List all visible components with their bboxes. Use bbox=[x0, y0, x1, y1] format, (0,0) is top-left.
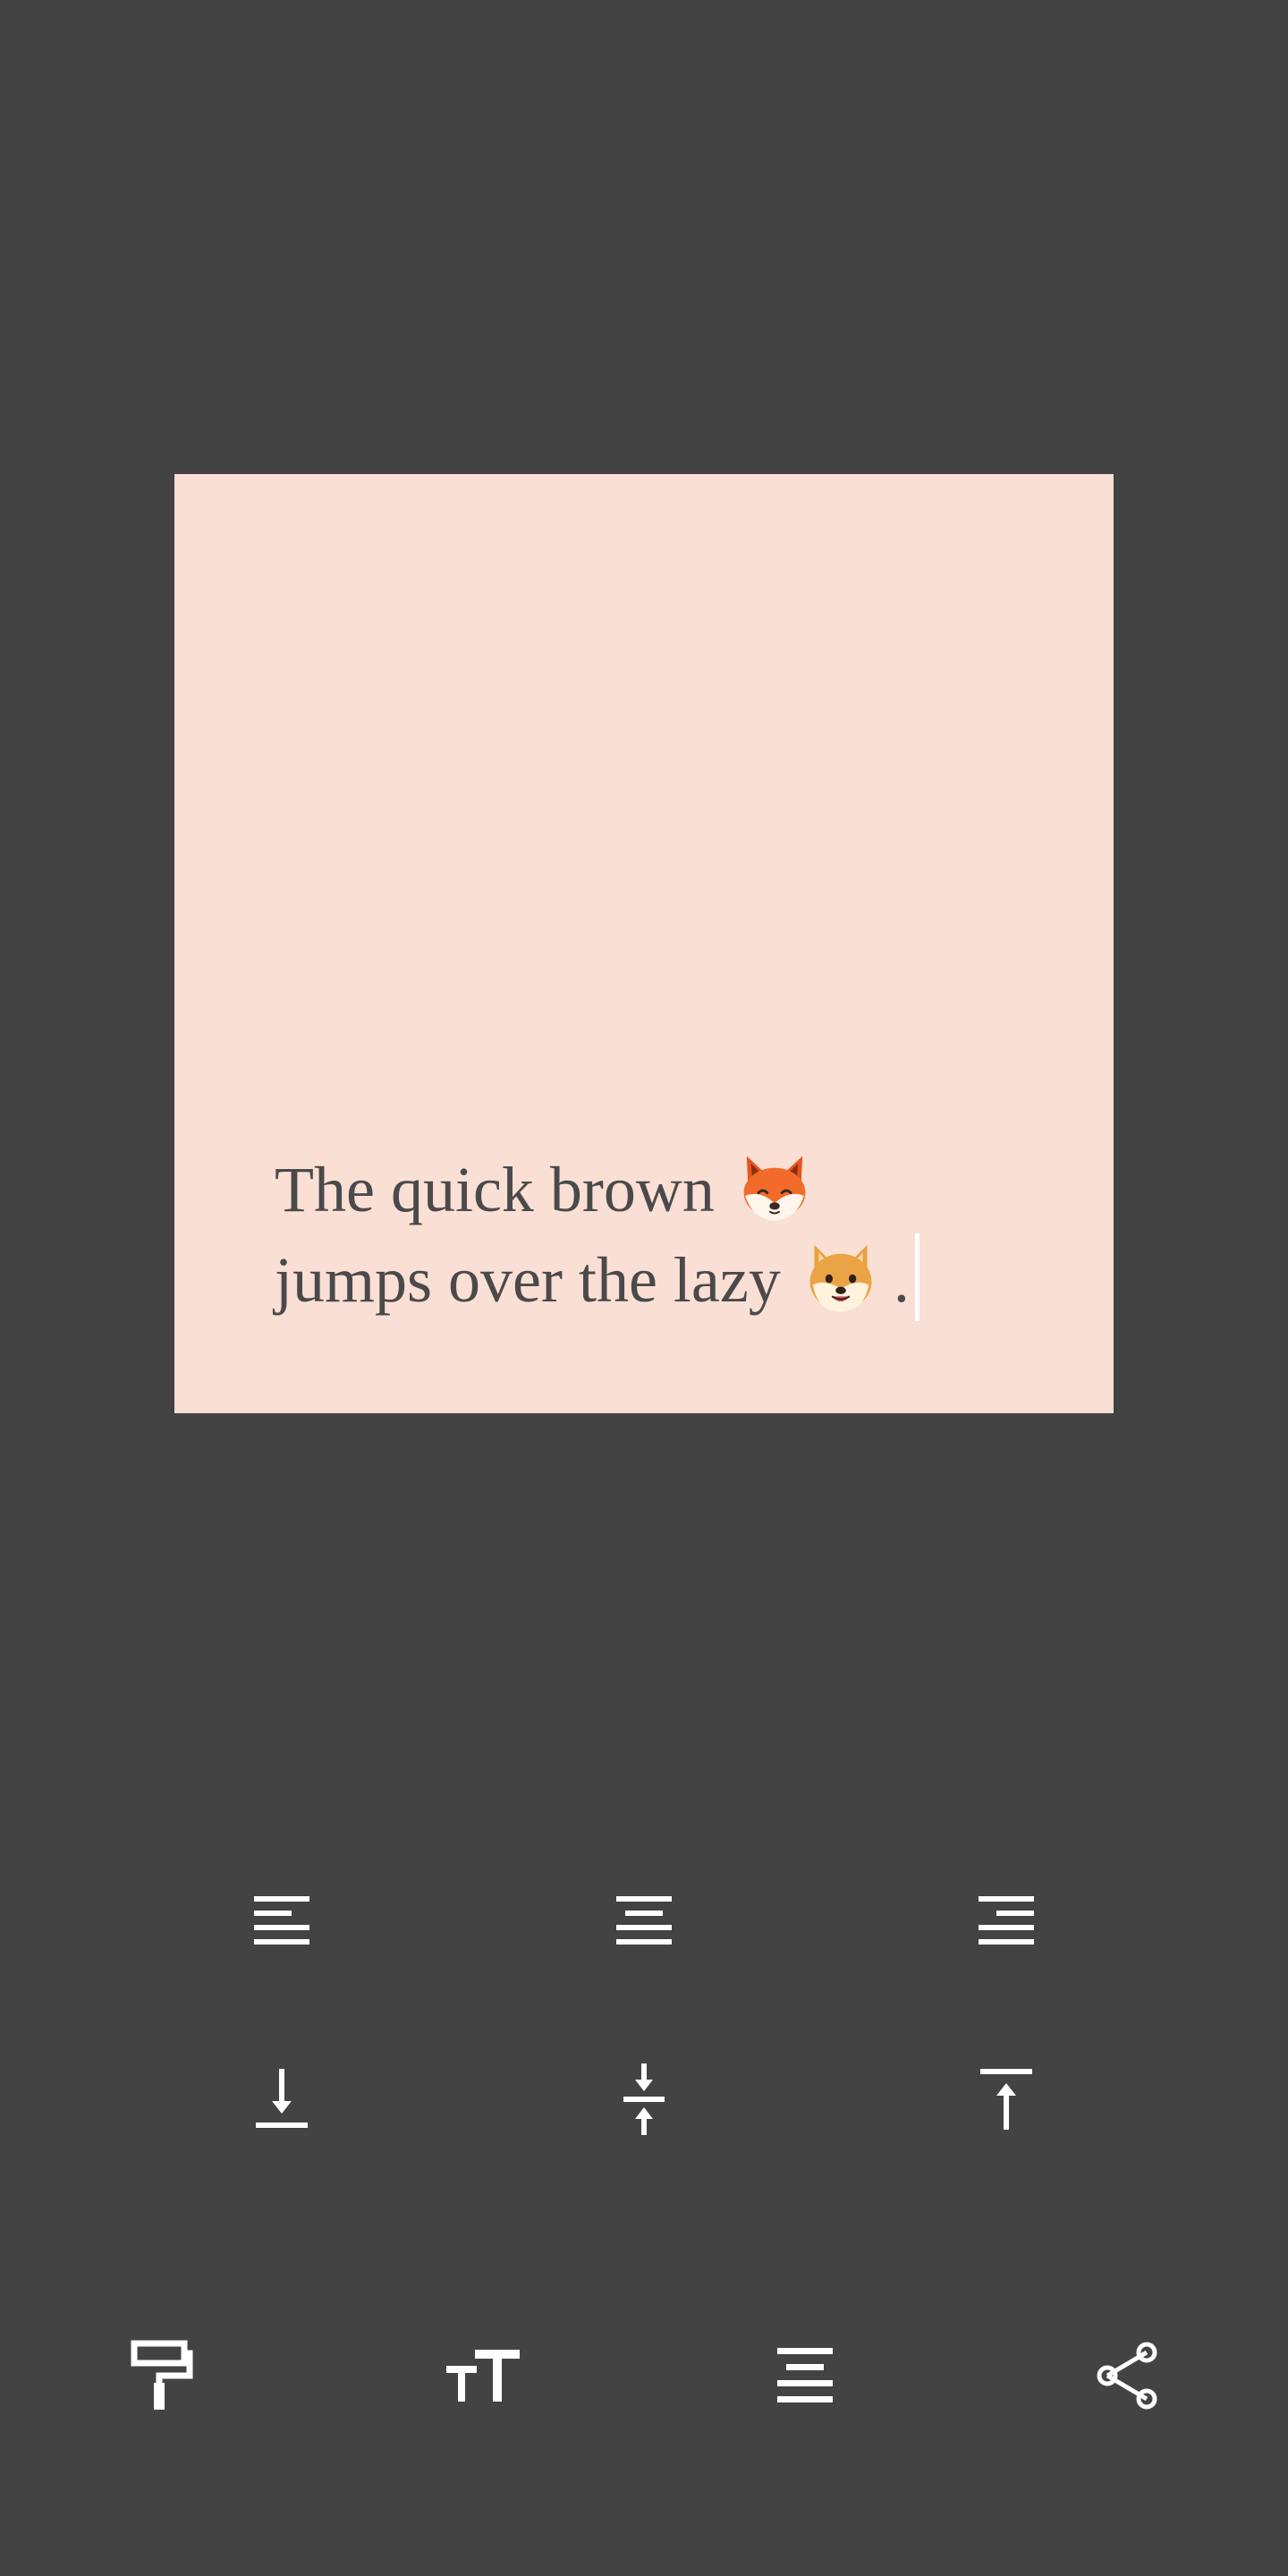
align-middle-button[interactable] bbox=[590, 2046, 698, 2153]
align-right-button[interactable] bbox=[953, 1869, 1060, 1977]
background-color-button[interactable] bbox=[99, 2313, 225, 2438]
align-top-icon bbox=[980, 2069, 1032, 2130]
note-canvas[interactable]: The quick brown jumps over the lazy . bbox=[174, 474, 1114, 1413]
align-bottom-icon bbox=[256, 2069, 308, 2128]
note-line-2-end: . bbox=[893, 1244, 910, 1316]
text-align-button[interactable] bbox=[742, 2313, 868, 2438]
align-justify-icon bbox=[777, 2348, 833, 2402]
paint-roller-icon bbox=[131, 2340, 193, 2410]
text-size-icon bbox=[446, 2350, 520, 2402]
align-top-button[interactable] bbox=[953, 2046, 1060, 2153]
align-right-icon bbox=[979, 1896, 1034, 1945]
note-text[interactable]: The quick brown jumps over the lazy . bbox=[275, 1147, 919, 1324]
note-line-2-text: jumps over the lazy bbox=[275, 1244, 781, 1316]
fox-face-icon bbox=[738, 1150, 811, 1224]
align-middle-icon bbox=[623, 2063, 665, 2135]
dog-face-icon bbox=[804, 1241, 877, 1314]
text-cursor bbox=[914, 1233, 919, 1321]
align-left-icon bbox=[254, 1896, 309, 1945]
align-bottom-button[interactable] bbox=[228, 2046, 335, 2153]
share-button[interactable] bbox=[1064, 2313, 1190, 2438]
align-left-button[interactable] bbox=[228, 1869, 335, 1977]
align-center-icon bbox=[616, 1896, 672, 1945]
note-line-1: The quick brown bbox=[275, 1147, 919, 1233]
share-icon bbox=[1097, 2342, 1157, 2410]
note-line-2: jumps over the lazy . bbox=[275, 1233, 919, 1324]
text-size-button[interactable] bbox=[420, 2313, 546, 2438]
align-center-button[interactable] bbox=[590, 1869, 698, 1977]
note-line-1-text: The quick brown bbox=[275, 1154, 715, 1225]
